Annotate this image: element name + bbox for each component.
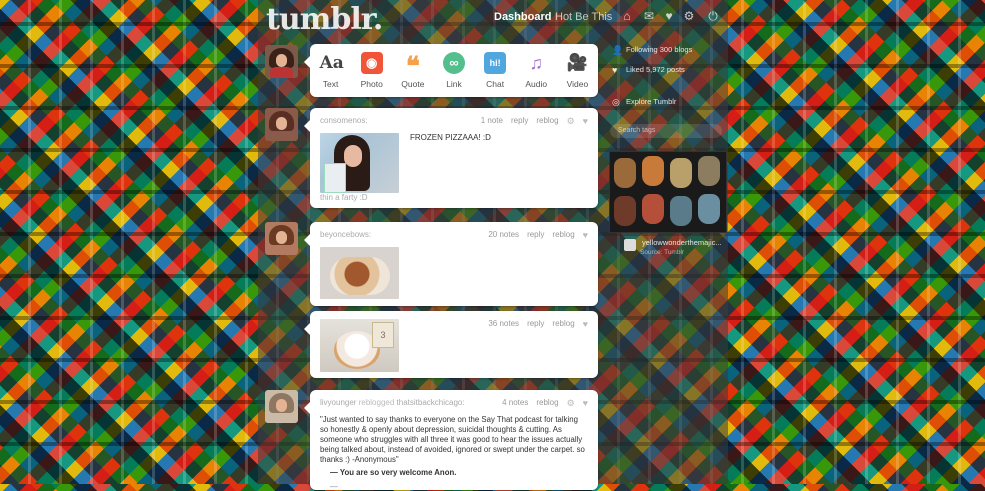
compose-quote-button[interactable]: ❝ Quote: [392, 44, 433, 97]
reblog-source[interactable]: thatsitbackchicago:: [397, 398, 465, 407]
reblog-link[interactable]: reblog: [536, 116, 558, 127]
notes-count[interactable]: 4 notes: [502, 398, 528, 409]
post-composer: Aa Text ◉ Photo ❝ Quote ∞ Link hi! Chat …: [304, 44, 598, 97]
post-answer: — You are so very welcome Anon.: [330, 468, 457, 477]
notes-count[interactable]: 36 notes: [488, 319, 519, 329]
quote-icon: ❝: [405, 51, 420, 81]
user-avatar[interactable]: [265, 45, 298, 78]
radar-image[interactable]: [609, 151, 727, 233]
compose-video-button[interactable]: 🎥 Video: [557, 44, 598, 97]
post-quote-text: "Just wanted to say thanks to everyone o…: [320, 415, 585, 464]
text-icon: Aa: [319, 53, 344, 73]
radar-source: Source: Tumblr: [640, 249, 685, 256]
post-username[interactable]: livyounger: [320, 398, 356, 407]
sidebar: 👤 Following 300 blogs ♥ Liked 5,972 post…: [610, 44, 725, 116]
post-card: consomenos: 1 note reply reblog ⚙ ♥ FROZ…: [304, 108, 598, 208]
post-username[interactable]: consomenos:: [320, 116, 368, 125]
reply-link[interactable]: reply: [527, 230, 544, 240]
post-card: 36 notes reply reblog ♥ 3: [304, 311, 598, 378]
post-avatar[interactable]: [265, 108, 298, 141]
post-caption: thin a farty :D: [320, 193, 368, 202]
post-username[interactable]: beyoncebows:: [320, 230, 371, 239]
reply-link[interactable]: reply: [527, 319, 544, 329]
chat-icon: hi!: [484, 52, 507, 74]
compose-audio-button[interactable]: ♫ Audio: [516, 44, 557, 97]
post-text: FROZEN PIZZAAA! :D: [410, 133, 491, 142]
post-more-text: —: [330, 482, 338, 491]
sidebar-explore[interactable]: ◎ Explore Tumblr: [610, 96, 725, 116]
radar-avatar[interactable]: [624, 239, 636, 251]
sidebar-liked[interactable]: ♥ Liked 5,972 posts: [610, 64, 725, 84]
gear-icon[interactable]: ⚙: [567, 116, 575, 127]
like-heart-icon[interactable]: ♥: [583, 398, 588, 409]
compose-photo-button[interactable]: ◉ Photo: [351, 44, 392, 97]
mail-icon[interactable]: ✉: [642, 9, 656, 23]
notes-count[interactable]: 1 note: [481, 116, 503, 127]
home-icon[interactable]: ⌂: [620, 9, 634, 23]
headphones-icon: ♫: [529, 53, 544, 73]
heart-icon[interactable]: ♥: [662, 9, 676, 23]
sidebar-following[interactable]: 👤 Following 300 blogs: [610, 44, 725, 64]
post-card: beyoncebows: 20 notes reply reblog ♥: [304, 222, 598, 306]
like-heart-icon[interactable]: ♥: [583, 319, 588, 329]
nav-secondary[interactable]: Hot Be This: [555, 11, 612, 23]
video-camera-icon: 🎥: [566, 53, 588, 72]
tumblr-logo[interactable]: tumblr.: [266, 2, 383, 37]
gear-icon[interactable]: ⚙: [567, 398, 575, 409]
heart-icon: ♥: [612, 65, 618, 75]
like-heart-icon[interactable]: ♥: [583, 116, 588, 127]
post-photo[interactable]: [320, 133, 399, 193]
post-photo[interactable]: 3: [320, 319, 399, 372]
camera-icon: ◉: [360, 52, 383, 74]
reblog-link[interactable]: reblog: [552, 230, 574, 240]
radar-username[interactable]: yellowwonderthemajic...: [642, 238, 722, 247]
nav-dashboard[interactable]: Dashboard: [494, 11, 551, 23]
gear-icon[interactable]: ⚙: [682, 9, 696, 23]
reply-link[interactable]: reply: [511, 116, 528, 127]
like-heart-icon[interactable]: ♥: [583, 230, 588, 240]
post-avatar[interactable]: [265, 390, 298, 423]
compose-chat-button[interactable]: hi! Chat: [475, 44, 516, 97]
post-avatar[interactable]: [265, 222, 298, 255]
reblog-link[interactable]: reblog: [552, 319, 574, 329]
reblog-link[interactable]: reblog: [536, 398, 558, 409]
tag-search-input[interactable]: Search tags: [610, 124, 722, 138]
compose-text-button[interactable]: Aa Text: [310, 44, 351, 97]
compose-link-button[interactable]: ∞ Link: [433, 44, 474, 97]
person-icon: 👤: [612, 45, 624, 55]
link-icon: ∞: [442, 52, 465, 74]
compass-icon: ◎: [612, 97, 620, 107]
power-icon[interactable]: ⏻: [706, 9, 720, 23]
post-card: livyounger reblogged thatsitbackchicago:…: [304, 390, 598, 491]
top-bar: tumblr. Dashboard Hot Be This ⌂ ✉ ♥ ⚙ ⏻: [258, 0, 728, 40]
post-photo[interactable]: [320, 247, 399, 299]
notes-count[interactable]: 20 notes: [488, 230, 519, 240]
